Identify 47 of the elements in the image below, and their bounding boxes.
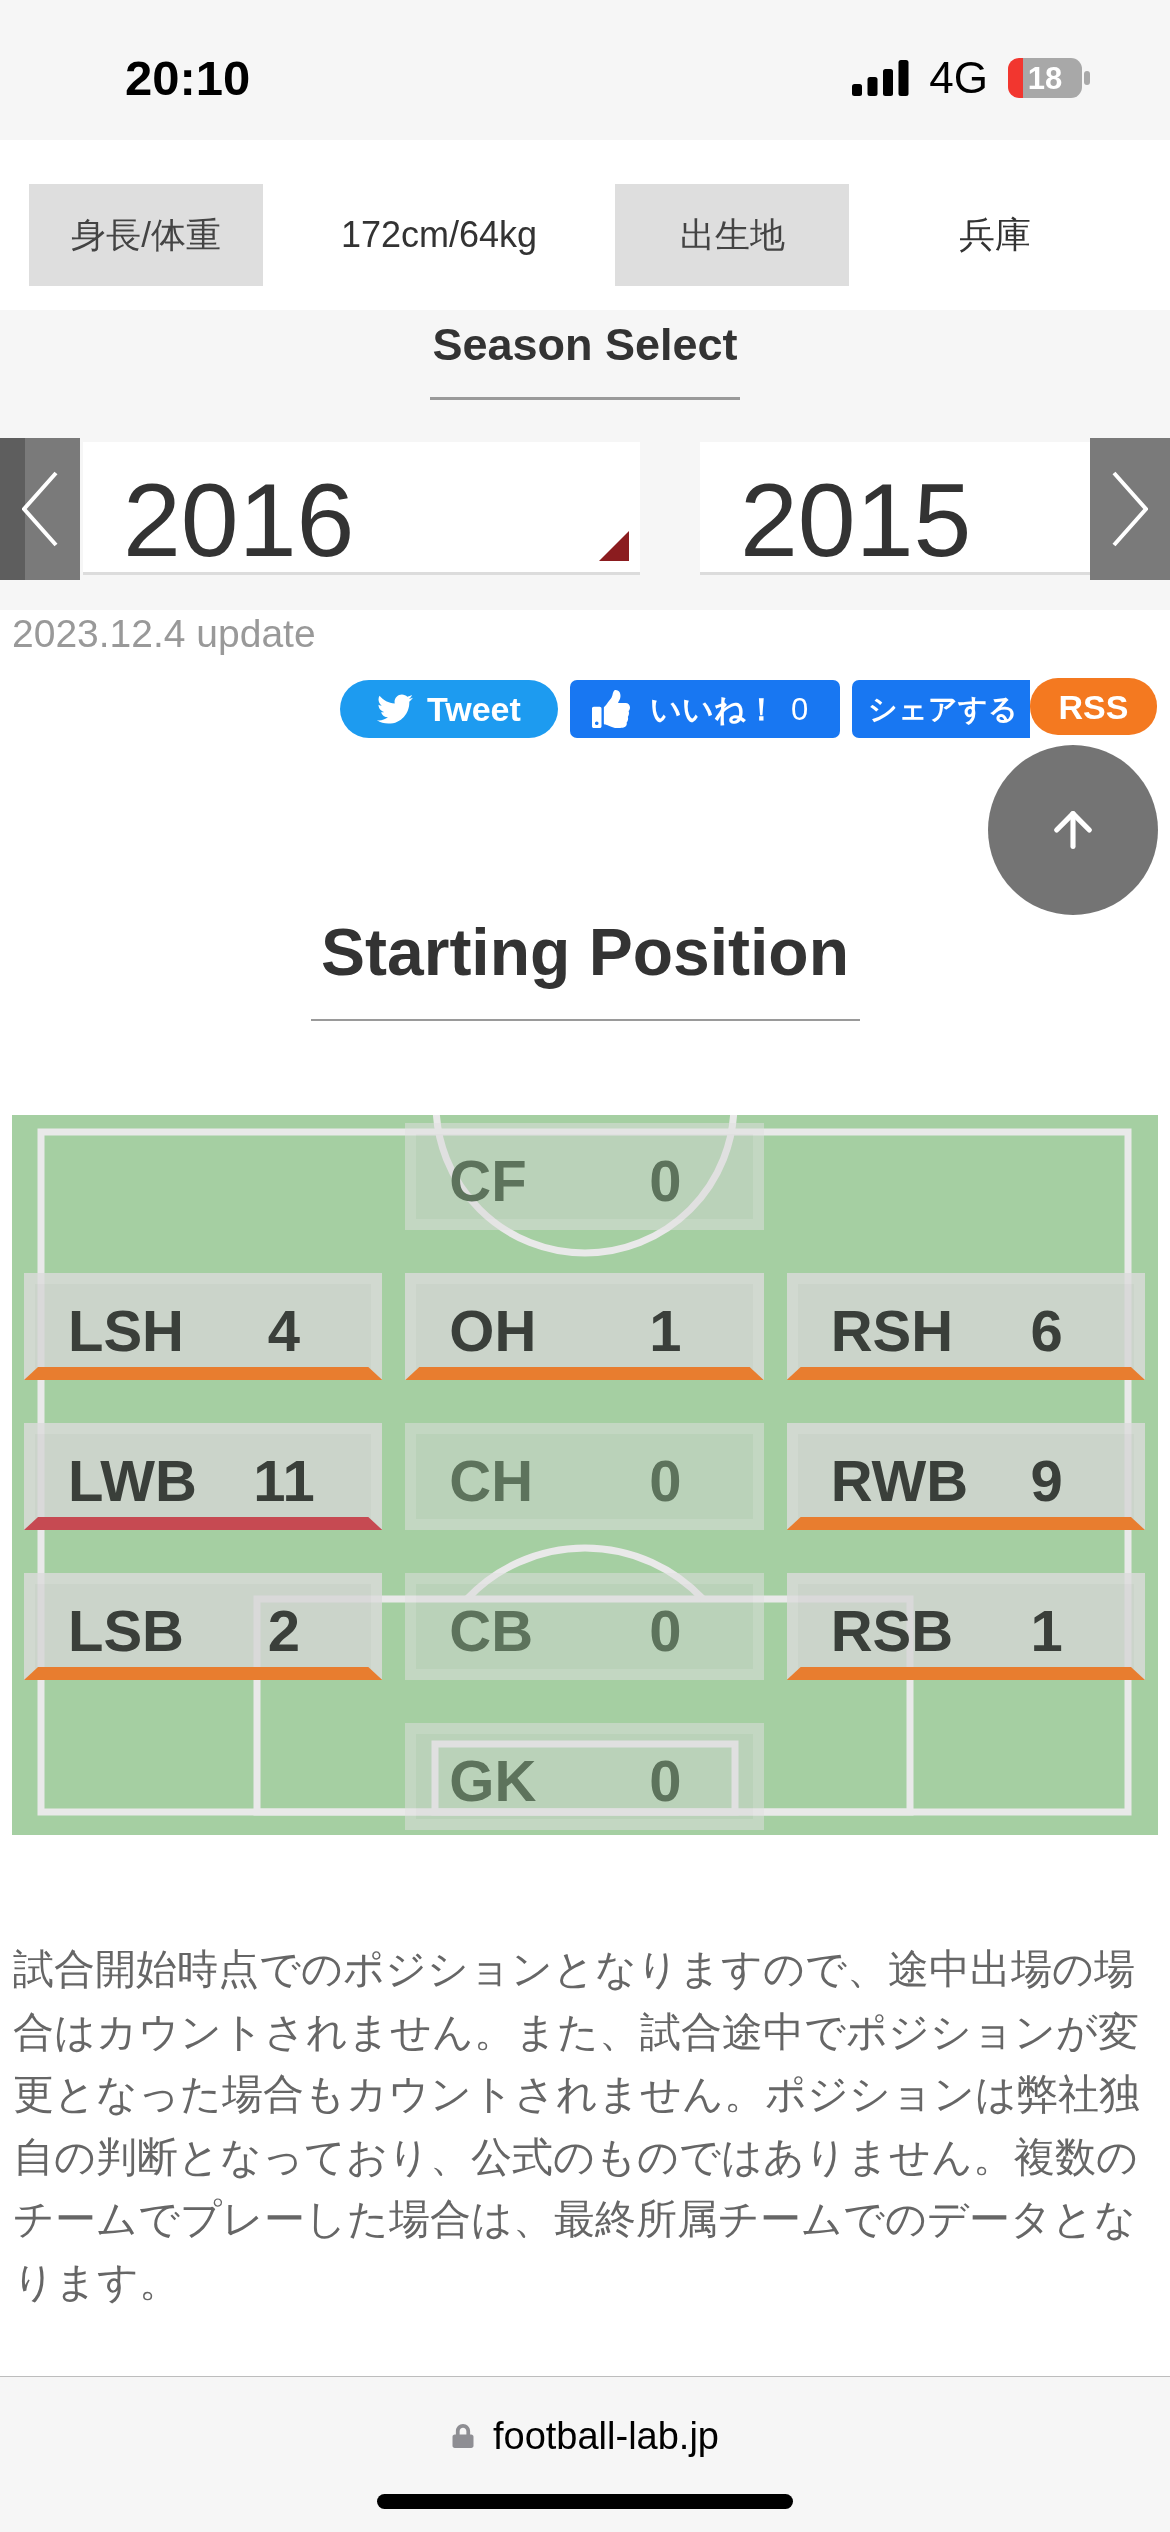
position-label: LSB: [67, 1601, 185, 1660]
share-button[interactable]: シェアする: [852, 680, 1030, 738]
battery-indicator: 18: [1008, 58, 1090, 98]
next-button[interactable]: [1090, 438, 1170, 580]
update-date: 2023.12.4 update: [12, 614, 316, 653]
position-label: RWB: [829, 1451, 970, 1510]
note-text: 試合開始時点でのポジションとなりますので、途中出場の場合はカウントされません。また、試合途中でポジションが変更となった場合もカウントされません。ポジションは弊社独自の判断となっており、公式のものではありません。複数のチームでプレーした場合は、最終所属チームでのデータとなります。: [13, 1945, 1141, 2307]
season-card[interactable]: 2015: [700, 442, 1090, 575]
chevron-right-icon: [1112, 471, 1148, 547]
status-time: 20:10: [125, 53, 251, 103]
position-count: 11: [252, 1451, 316, 1510]
section-title: Season Select: [432, 322, 738, 367]
profile-label: 身長/体重: [29, 184, 263, 286]
position-label: LSH: [67, 1301, 185, 1360]
bird-icon: [377, 691, 413, 727]
position-label: CH: [448, 1451, 535, 1510]
profile-label: 出生地: [615, 184, 849, 286]
profile-value: 兵庫: [959, 215, 1031, 255]
position-count: 1: [648, 1301, 683, 1360]
position-count: 0: [648, 1451, 683, 1510]
position-label: LWB: [67, 1451, 198, 1510]
thumbs-up-icon: [592, 690, 630, 728]
position-count: 6: [1029, 1301, 1064, 1360]
previous-button[interactable]: [0, 438, 80, 580]
tweet-button[interactable]: Tweet: [340, 680, 558, 738]
position-label: CB: [448, 1601, 535, 1660]
network-label: 4G: [929, 56, 988, 100]
position-label: RSB: [829, 1601, 955, 1660]
position-label: GK: [448, 1751, 538, 1810]
lock-icon: [450, 2424, 475, 2448]
season-card[interactable]: 2016: [83, 442, 640, 575]
profile-value: 172cm/64kg: [340, 215, 538, 255]
position-label: RSH: [829, 1301, 955, 1360]
rss-button[interactable]: RSS: [1030, 678, 1157, 735]
position-label: CF: [448, 1151, 528, 1210]
chevron-left-icon: [22, 471, 58, 547]
position-count: 1: [1029, 1601, 1064, 1660]
position-count: 0: [648, 1151, 683, 1210]
address-bar-url[interactable]: football-lab.jp: [492, 2417, 719, 2455]
like-button[interactable]: いいね！ 0: [570, 680, 840, 738]
signal-icon: [852, 60, 910, 96]
position-label: OH: [448, 1301, 538, 1360]
position-count: 2: [266, 1601, 302, 1660]
position-count: 9: [1029, 1451, 1064, 1510]
position-count: 4: [266, 1301, 302, 1360]
position-count: 0: [648, 1601, 683, 1660]
position-count: 0: [648, 1751, 683, 1810]
